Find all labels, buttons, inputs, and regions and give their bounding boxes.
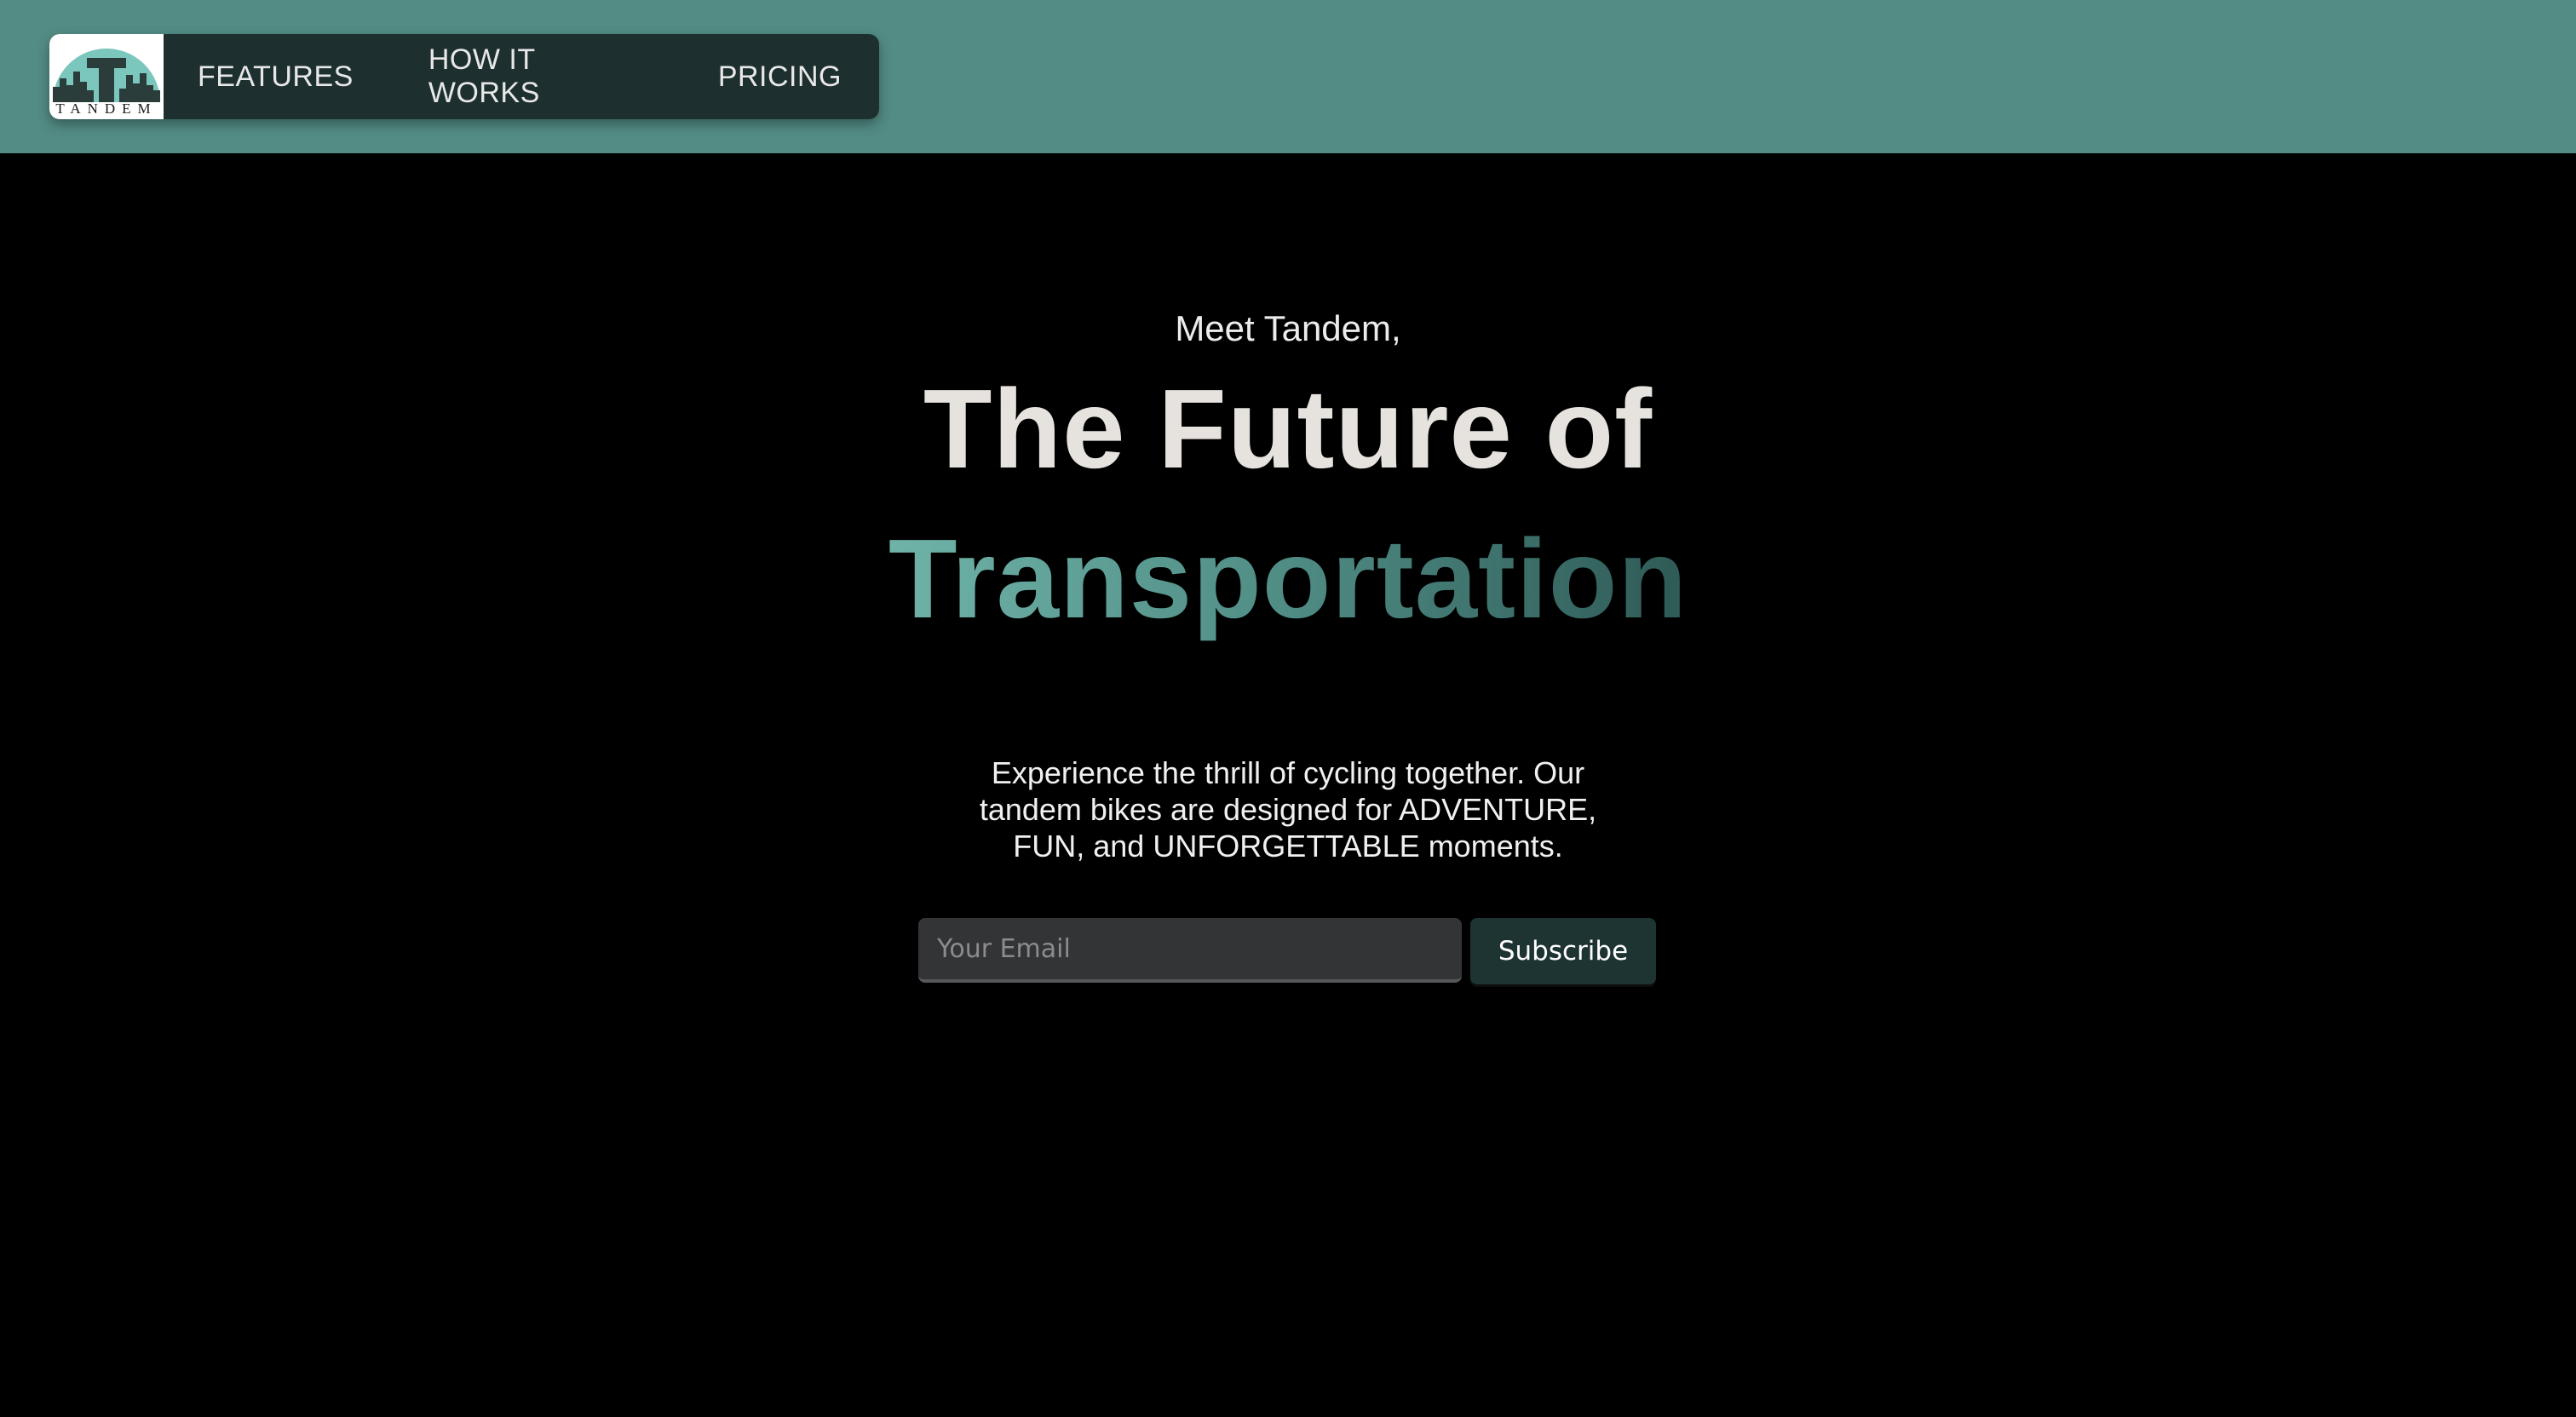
top-bar: TANDEM FEATURES HOW IT WORKS PRICING <box>0 0 2576 153</box>
email-input[interactable] <box>918 918 1462 983</box>
hero-headline-accent: Transportation <box>888 516 1688 641</box>
brand-logo[interactable]: TANDEM <box>49 34 164 119</box>
hero-description: Experience the thrill of cycling togethe… <box>979 755 1597 863</box>
hero-headline-accent-row: Transportation <box>0 523 2576 635</box>
nav-item-pricing[interactable]: PRICING <box>681 60 879 94</box>
main-navigation: TANDEM FEATURES HOW IT WORKS PRICING <box>49 34 879 119</box>
nav-links: FEATURES HOW IT WORKS PRICING <box>164 43 879 110</box>
brand-wordmark: TANDEM <box>55 100 158 117</box>
nav-item-features[interactable]: FEATURES <box>164 60 391 94</box>
nav-item-how-it-works[interactable]: HOW IT WORKS <box>391 43 681 110</box>
hero-eyebrow: Meet Tandem, <box>1175 308 1401 348</box>
subscribe-button[interactable]: Subscribe <box>1470 918 1656 984</box>
subscribe-form: Subscribe <box>918 918 1656 984</box>
hero-headline: The Future of <box>923 366 1653 491</box>
